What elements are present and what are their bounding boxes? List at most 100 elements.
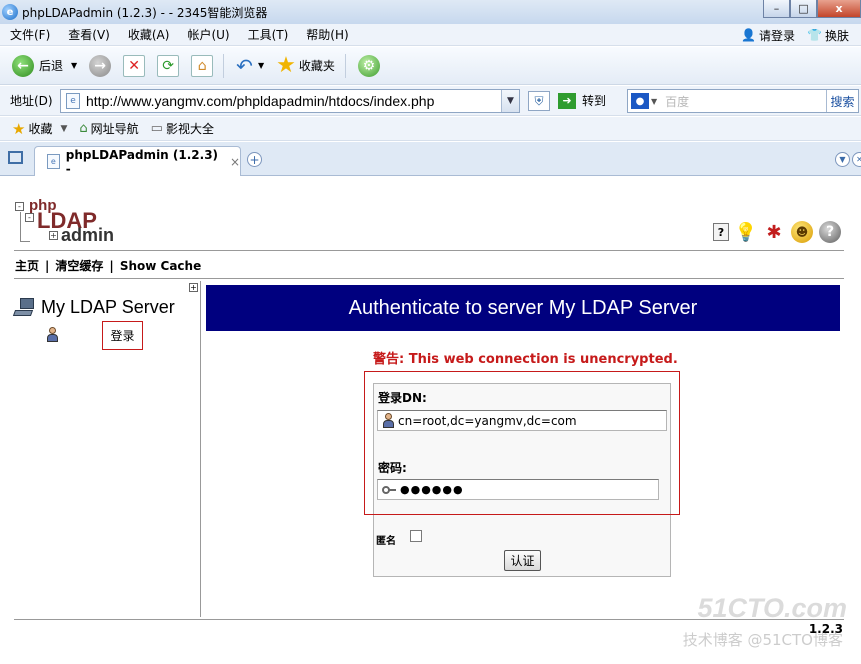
login-link[interactable]: 登录: [102, 321, 143, 350]
tree-collapse-icon: -: [25, 213, 34, 222]
login-menu-label: 请登录: [759, 28, 796, 43]
nav-clear-cache[interactable]: 清空缓存: [55, 257, 103, 274]
home-button[interactable]: ⌂: [191, 54, 214, 77]
tab-scroll-icon[interactable]: ✕: [852, 152, 861, 167]
user-icon: 👤: [741, 28, 757, 42]
fav-videos-label: 影视大全: [165, 122, 214, 136]
forward-button[interactable]: →: [89, 54, 112, 77]
refresh-button[interactable]: ⟳: [157, 54, 180, 77]
nav-home[interactable]: 主页: [15, 257, 39, 274]
baidu-paw-icon[interactable]: ●: [631, 93, 649, 109]
nav-show-cache[interactable]: Show Cache: [120, 259, 201, 273]
anonymous-checkbox[interactable]: [410, 530, 422, 542]
search-engine-dropdown-icon[interactable]: ▼: [651, 97, 657, 106]
speedup-icon: ⚙: [357, 54, 380, 77]
login-menu-button[interactable]: 👤 请登录: [741, 27, 795, 44]
skin-menu-button[interactable]: 👕 换肤: [807, 27, 849, 44]
menu-account[interactable]: 帐户(U): [187, 26, 229, 43]
security-shield-icon[interactable]: ⛨: [528, 91, 550, 111]
fav-site-nav[interactable]: ⌂ 网址导航: [79, 120, 138, 137]
undo-dropdown-icon[interactable]: ▼: [258, 61, 264, 70]
menu-file[interactable]: 文件(F): [10, 26, 50, 43]
tab-close-icon[interactable]: ×: [230, 155, 240, 169]
favorites-label: 收藏夹: [298, 59, 335, 73]
search-box[interactable]: ● ▼ 百度 搜索: [627, 89, 859, 113]
anonymous-label: 匿名: [376, 536, 396, 547]
toolbar-divider: [223, 53, 225, 78]
nav-separator: |: [45, 258, 50, 273]
close-button[interactable]: x: [817, 0, 861, 18]
window-title: phpLDAPadmin (1.2.3) - - 2345智能浏览器: [22, 5, 268, 20]
minimize-button[interactable]: –: [763, 0, 790, 18]
menu-help[interactable]: 帮助(H): [306, 26, 348, 43]
home-icon: ⌂: [191, 54, 214, 77]
menu-view[interactable]: 查看(V): [68, 26, 110, 43]
dn-input[interactable]: cn=root,dc=yangmv,dc=com: [377, 410, 667, 431]
smiley-icon[interactable]: ☻: [791, 221, 813, 243]
help-icon[interactable]: ?: [713, 223, 729, 241]
server-entry[interactable]: My LDAP Server: [12, 297, 175, 318]
bug-icon[interactable]: ✱: [763, 221, 785, 243]
go-arrow-icon: ➜: [558, 92, 576, 109]
browser-window: e phpLDAPadmin (1.2.3) - - 2345智能浏览器 – □…: [0, 0, 861, 664]
tab-active[interactable]: e phpLDAPadmin (1.2.3) - ×: [34, 146, 241, 176]
dn-value[interactable]: cn=root,dc=yangmv,dc=com: [398, 414, 577, 428]
fav-collect[interactable]: ★ 收藏 ▼: [12, 120, 67, 138]
question-icon[interactable]: ?: [819, 221, 841, 243]
url-input[interactable]: e http://www.yangmv.com/phpldapadmin/htd…: [60, 89, 520, 113]
browser-logo-icon: e: [2, 4, 18, 20]
undo-close-button[interactable]: ↶ ▼: [236, 54, 264, 78]
tree-expand-icon[interactable]: +: [189, 283, 198, 292]
tab-bar: e phpLDAPadmin (1.2.3) - × + ▼ ✕: [0, 142, 861, 176]
menu-tools[interactable]: 工具(T): [248, 26, 289, 43]
back-button[interactable]: ← 后退 ▼: [12, 54, 77, 77]
back-dropdown-icon[interactable]: ▼: [71, 61, 77, 70]
toolbar-divider: [344, 53, 346, 78]
back-label: 后退: [39, 59, 64, 73]
stop-button[interactable]: ✕: [123, 54, 146, 77]
auth-header: Authenticate to server My LDAP Server: [206, 285, 840, 331]
tree-line: [20, 241, 30, 242]
favorites-button[interactable]: ★ 收藏夹: [276, 53, 335, 78]
password-input[interactable]: ●●●●●●: [377, 479, 659, 500]
new-tab-button[interactable]: +: [247, 152, 262, 167]
menu-favorites[interactable]: 收藏(A): [128, 26, 170, 43]
auth-heading: Authenticate to server My LDAP Server: [348, 296, 698, 319]
server-tree-pane: + My LDAP Server 登录: [12, 281, 201, 617]
user-icon: [382, 412, 394, 429]
chevron-down-icon[interactable]: ▼: [60, 124, 67, 134]
skin-menu-label: 换肤: [824, 28, 849, 43]
phpldapadmin-logo[interactable]: - - + php LDAP admin: [15, 197, 125, 247]
password-value[interactable]: ●●●●●●: [400, 483, 464, 496]
nav-separator: |: [109, 258, 114, 273]
undo-icon: ↶: [236, 53, 253, 78]
tab-title: phpLDAPadmin (1.2.3) -: [65, 147, 219, 176]
star-icon: ★: [12, 119, 26, 138]
search-button[interactable]: 搜索: [826, 90, 858, 112]
tab-menu-icon[interactable]: ▼: [835, 152, 850, 167]
tab-overview-icon[interactable]: [8, 151, 23, 164]
refresh-icon: ⟳: [157, 54, 180, 77]
header-icons: ? 💡 ✱ ☻ ?: [707, 221, 841, 243]
search-input[interactable]: 百度: [665, 93, 689, 110]
speedup-button[interactable]: ⚙: [357, 54, 380, 77]
fav-videos[interactable]: ▭ 影视大全: [151, 120, 214, 137]
dn-label: 登录DN:: [378, 391, 427, 405]
warning-text: 警告: This web connection is unencrypted.: [373, 352, 678, 367]
web-page: - - + php LDAP admin ? 💡 ✱ ☻ ? 主页 | 清空缓存…: [0, 177, 861, 664]
app-nav: 主页 | 清空缓存 | Show Cache: [15, 257, 201, 274]
url-dropdown-icon[interactable]: ▼: [501, 90, 519, 112]
maximize-button[interactable]: □: [790, 0, 817, 18]
watermark-text: 技术博客 @51CTO博客: [682, 631, 843, 649]
authenticate-button[interactable]: 认证: [504, 550, 541, 571]
url-text[interactable]: http://www.yangmv.com/phpldapadmin/htdoc…: [86, 93, 434, 109]
go-button[interactable]: ➜ 转到: [558, 92, 606, 109]
tree-line: [20, 212, 21, 242]
lightbulb-icon[interactable]: 💡: [735, 221, 757, 243]
window-controls: – □ x: [763, 0, 861, 18]
user-icon: [46, 327, 58, 343]
back-arrow-icon: ←: [12, 54, 34, 77]
page-icon: e: [47, 154, 60, 169]
title-bar: e phpLDAPadmin (1.2.3) - - 2345智能浏览器 – □…: [0, 0, 861, 24]
fav-collect-label: 收藏: [28, 122, 53, 136]
